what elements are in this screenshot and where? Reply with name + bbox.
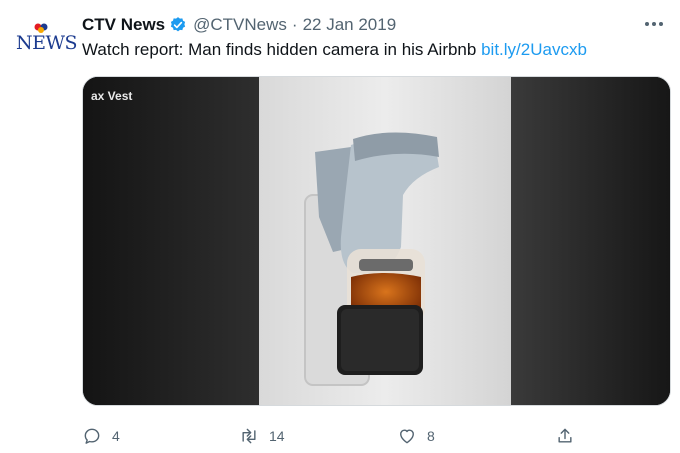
air-freshener-camera-image (83, 77, 670, 405)
video-overlay-text: ax Vest (91, 89, 133, 103)
share-icon (558, 428, 572, 443)
verified-badge-icon (171, 17, 186, 32)
tweet-text: Watch report: Man finds hidden camera in… (82, 40, 587, 60)
tweet-card: NEWS CTV News @CTVNews · 22 Jan 2019 Wat… (0, 0, 680, 453)
tweet-body-text: Watch report: Man finds hidden camera in… (82, 40, 477, 59)
more-dot (659, 22, 663, 26)
avatar-wordmark: NEWS (16, 32, 78, 54)
like-button[interactable]: 8 (397, 424, 435, 448)
more-dot (652, 22, 656, 26)
avatar[interactable]: NEWS (14, 18, 78, 58)
reply-button[interactable]: 4 (82, 424, 120, 448)
tweet-date[interactable]: 22 Jan 2019 (303, 15, 397, 35)
retweet-count: 14 (269, 428, 285, 444)
tweet-video-thumbnail[interactable]: ax Vest (82, 76, 671, 406)
share-button[interactable] (555, 424, 575, 448)
reply-icon (84, 428, 100, 444)
more-options-icon[interactable] (642, 14, 666, 34)
header-separator: · (291, 15, 298, 34)
tweet-link[interactable]: bit.ly/2Uavcxb (481, 40, 587, 59)
author-handle[interactable]: @CTVNews (193, 15, 287, 35)
more-dot (645, 22, 649, 26)
tweet-header: CTV News @CTVNews · 22 Jan 2019 (82, 14, 396, 36)
tweet-actions: 4 14 8 (82, 424, 671, 448)
reply-count: 4 (112, 428, 120, 444)
retweet-icon (242, 428, 256, 444)
retweet-button[interactable]: 14 (239, 424, 285, 448)
like-count: 8 (427, 428, 435, 444)
author-name[interactable]: CTV News (82, 15, 165, 35)
heart-icon (400, 429, 414, 444)
